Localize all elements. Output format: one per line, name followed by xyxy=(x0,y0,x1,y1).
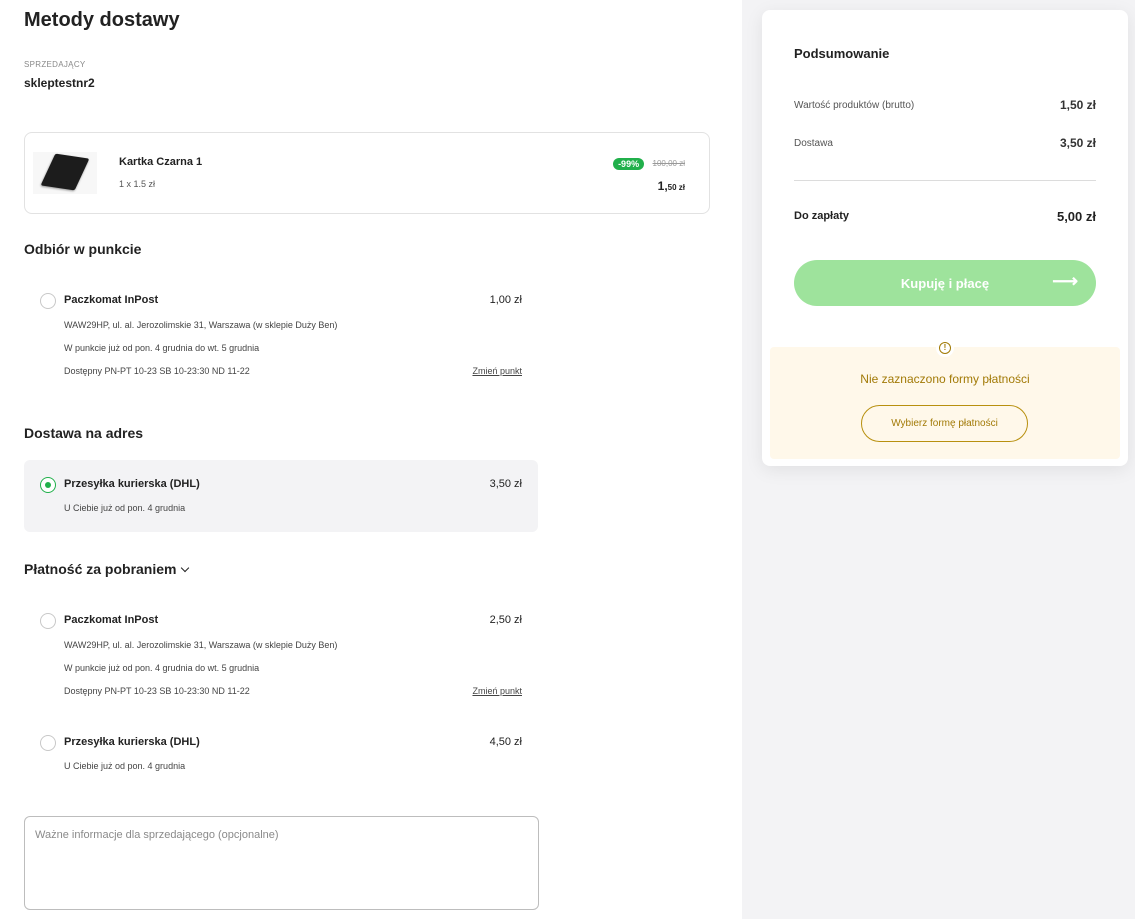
change-point-link[interactable]: Zmień punkt xyxy=(472,686,522,696)
section-title-pickup: Odbiór w punkcie xyxy=(24,241,142,257)
delivery-option-cod-inpost[interactable]: Paczkomat InPost 2,50 zł WAW29HP, ul. al… xyxy=(24,604,538,704)
option-price: 4,50 zł xyxy=(489,736,522,748)
payment-warning-box: ! Nie zaznaczono formy płatności Wybierz… xyxy=(770,339,1120,459)
summary-title: Podsumowanie xyxy=(794,46,890,61)
buy-and-pay-button[interactable]: Kupuję i płacę ⟶ xyxy=(794,260,1096,306)
seller-note-input[interactable] xyxy=(24,816,539,910)
order-summary-card: Podsumowanie Wartość produktów (brutto) … xyxy=(762,10,1128,466)
total-value: 5,00 zł xyxy=(1056,209,1096,224)
arrow-right-icon: ⟶ xyxy=(1052,271,1078,291)
option-price: 3,50 zł xyxy=(489,478,522,490)
option-price: 2,50 zł xyxy=(489,614,522,626)
delivery-cost-value: 3,50 zł xyxy=(1059,136,1096,150)
section-title-cod[interactable]: Płatność za pobraniem xyxy=(24,561,190,577)
delivery-cost-label: Dostawa xyxy=(794,138,833,149)
option-price: 1,00 zł xyxy=(489,294,522,306)
products-value-label: Wartość produktów (brutto) xyxy=(794,100,915,111)
buy-and-pay-label: Kupuję i płacę xyxy=(900,275,990,291)
delivery-option-courier-dhl[interactable]: Przesyłka kurierska (DHL) 3,50 zł U Cieb… xyxy=(24,460,538,532)
radio-icon[interactable] xyxy=(40,613,56,629)
new-price: 1,50 zł xyxy=(657,179,685,193)
product-card: Kartka Czarna 1 1 x 1.5 zł -99% 100,00 z… xyxy=(24,132,710,214)
warning-icon: ! xyxy=(936,339,954,357)
option-address: WAW29HP, ul. al. Jerozolimskie 31, Warsz… xyxy=(64,640,338,650)
products-value: 1,50 zł xyxy=(1059,98,1096,112)
option-name: Przesyłka kurierska (DHL) xyxy=(64,478,200,490)
payment-warning-text: Nie zaznaczono formy płatności xyxy=(860,372,1030,386)
seller-caption: SPRZEDAJĄCY xyxy=(24,60,86,69)
option-eta: U Ciebie już od pon. 4 grudnia xyxy=(64,761,186,771)
change-point-link[interactable]: Zmień punkt xyxy=(472,366,522,376)
delivery-option-cod-dhl[interactable]: Przesyłka kurierska (DHL) 4,50 zł U Cieb… xyxy=(24,726,538,776)
option-eta: W punkcie już od pon. 4 grudnia do wt. 5… xyxy=(64,343,260,353)
product-quantity: 1 x 1.5 zł xyxy=(119,179,156,189)
option-hours: Dostępny PN-PT 10-23 SB 10-23:30 ND 11-2… xyxy=(64,366,250,376)
product-image xyxy=(33,152,97,194)
option-name: Paczkomat InPost xyxy=(64,614,159,626)
radio-icon[interactable] xyxy=(40,735,56,751)
radio-icon-selected[interactable] xyxy=(40,477,56,493)
delivery-option-pickup-inpost[interactable]: Paczkomat InPost 1,00 zł WAW29HP, ul. al… xyxy=(24,284,538,384)
old-price: 100,00 zł xyxy=(652,159,685,169)
option-name: Przesyłka kurierska (DHL) xyxy=(64,736,200,748)
option-eta: U Ciebie już od pon. 4 grudnia xyxy=(64,503,186,513)
option-eta: W punkcie już od pon. 4 grudnia do wt. 5… xyxy=(64,663,260,673)
page-title: Metody dostawy xyxy=(24,9,180,31)
product-price-box: -99% 100,00 zł 1,50 zł xyxy=(613,155,685,193)
total-label: Do zapłaty xyxy=(794,210,850,222)
summary-divider xyxy=(794,180,1096,181)
section-title-address: Dostawa na adres xyxy=(24,425,144,441)
product-name: Kartka Czarna 1 xyxy=(119,156,203,168)
option-address: WAW29HP, ul. al. Jerozolimskie 31, Warsz… xyxy=(64,320,338,330)
discount-badge: -99% xyxy=(613,157,645,170)
choose-payment-button[interactable]: Wybierz formę płatności xyxy=(861,405,1028,442)
section-title-cod-label: Płatność za pobraniem xyxy=(24,561,177,577)
chevron-down-icon[interactable] xyxy=(181,563,190,573)
option-hours: Dostępny PN-PT 10-23 SB 10-23:30 ND 11-2… xyxy=(64,686,250,696)
radio-icon[interactable] xyxy=(40,293,56,309)
seller-name: skleptestnr2 xyxy=(24,76,95,90)
option-name: Paczkomat InPost xyxy=(64,294,159,306)
